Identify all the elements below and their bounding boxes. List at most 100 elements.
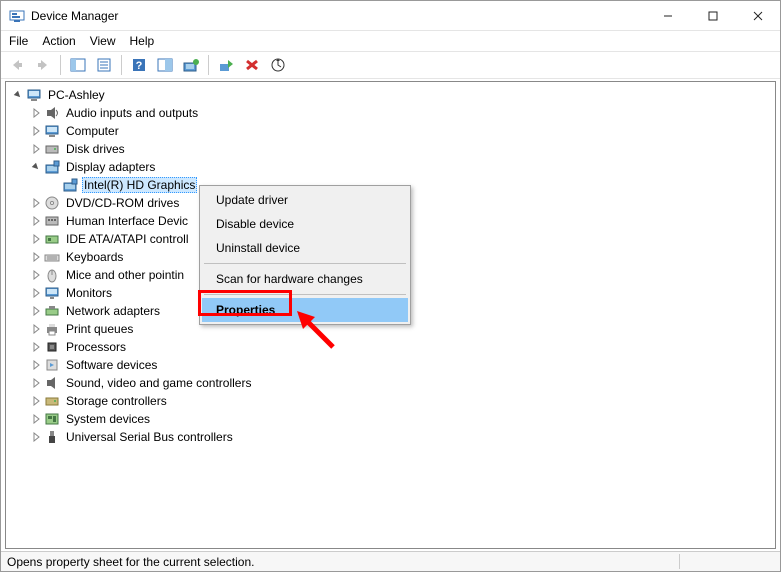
context-menu-item-label: Disable device bbox=[216, 217, 294, 231]
sound-icon bbox=[44, 375, 60, 391]
computer-icon bbox=[44, 123, 60, 139]
properties-button[interactable] bbox=[92, 54, 116, 76]
uninstall-device-button[interactable] bbox=[240, 54, 264, 76]
menu-bar: File Action View Help bbox=[1, 31, 780, 51]
menu-file[interactable]: File bbox=[9, 34, 28, 48]
context-menu-separator bbox=[204, 294, 406, 295]
context-menu-item[interactable]: Update driver bbox=[202, 188, 408, 212]
expand-icon[interactable] bbox=[28, 123, 44, 139]
tree-category-label: System devices bbox=[64, 412, 152, 426]
expand-icon[interactable] bbox=[28, 339, 44, 355]
tree-root-label: PC-Ashley bbox=[46, 88, 107, 102]
expand-icon[interactable] bbox=[28, 411, 44, 427]
tree-category-label: Monitors bbox=[64, 286, 114, 300]
context-menu-separator bbox=[204, 263, 406, 264]
forward-button[interactable] bbox=[31, 54, 55, 76]
expand-icon[interactable] bbox=[28, 105, 44, 121]
app-icon bbox=[9, 8, 25, 24]
collapse-icon[interactable] bbox=[10, 87, 26, 103]
toolbar: ? bbox=[1, 51, 780, 79]
tree-category-label: Universal Serial Bus controllers bbox=[64, 430, 235, 444]
title-bar: Device Manager bbox=[1, 1, 780, 31]
tree-category-label: Network adapters bbox=[64, 304, 162, 318]
tree-category-label: Software devices bbox=[64, 358, 159, 372]
show-hide-console-tree-button[interactable] bbox=[66, 54, 90, 76]
tree-root[interactable]: PC-Ashley bbox=[6, 86, 775, 104]
help-button[interactable]: ? bbox=[127, 54, 151, 76]
tree-category-label: Display adapters bbox=[64, 160, 157, 174]
tree-category[interactable]: Disk drives bbox=[6, 140, 775, 158]
usb-icon bbox=[44, 429, 60, 445]
tree-category-label: Disk drives bbox=[64, 142, 127, 156]
expand-icon[interactable] bbox=[28, 321, 44, 337]
display-icon bbox=[62, 177, 78, 193]
ide-icon bbox=[44, 231, 60, 247]
menu-help[interactable]: Help bbox=[130, 34, 155, 48]
svg-text:?: ? bbox=[136, 60, 143, 72]
maximize-button[interactable] bbox=[690, 1, 735, 30]
tree-category[interactable]: Software devices bbox=[6, 356, 775, 374]
tree-category-label: Keyboards bbox=[64, 250, 125, 264]
expand-icon[interactable] bbox=[28, 141, 44, 157]
tree-category-label: Sound, video and game controllers bbox=[64, 376, 253, 390]
menu-view[interactable]: View bbox=[90, 34, 116, 48]
action-icon-button[interactable] bbox=[153, 54, 177, 76]
context-menu-item-properties[interactable]: Properties bbox=[202, 298, 408, 322]
context-menu-item-label: Update driver bbox=[216, 193, 288, 207]
tree-category[interactable]: System devices bbox=[6, 410, 775, 428]
expand-icon[interactable] bbox=[28, 429, 44, 445]
tree-category[interactable]: Computer bbox=[6, 122, 775, 140]
update-driver-button[interactable] bbox=[179, 54, 203, 76]
expand-icon[interactable] bbox=[28, 213, 44, 229]
tree-category[interactable]: Universal Serial Bus controllers bbox=[6, 428, 775, 446]
hid-icon bbox=[44, 213, 60, 229]
software-icon bbox=[44, 357, 60, 373]
display-icon bbox=[44, 159, 60, 175]
tree-category-label: Processors bbox=[64, 340, 128, 354]
expand-icon[interactable] bbox=[28, 285, 44, 301]
tree-category[interactable]: Display adapters bbox=[6, 158, 775, 176]
computer-icon bbox=[26, 87, 42, 103]
tree-category[interactable]: Storage controllers bbox=[6, 392, 775, 410]
storage-icon bbox=[44, 393, 60, 409]
context-menu-item[interactable]: Scan for hardware changes bbox=[202, 267, 408, 291]
expand-icon[interactable] bbox=[28, 393, 44, 409]
enable-device-button[interactable] bbox=[214, 54, 238, 76]
audio-icon bbox=[44, 105, 60, 121]
system-icon bbox=[44, 411, 60, 427]
context-menu-item[interactable]: Disable device bbox=[202, 212, 408, 236]
expand-icon[interactable] bbox=[28, 249, 44, 265]
expand-icon[interactable] bbox=[28, 231, 44, 247]
cpu-icon bbox=[44, 339, 60, 355]
minimize-button[interactable] bbox=[645, 1, 690, 30]
tree-category-label: Storage controllers bbox=[64, 394, 169, 408]
expand-icon[interactable] bbox=[28, 357, 44, 373]
scan-hardware-button[interactable] bbox=[266, 54, 290, 76]
tree-category[interactable]: Sound, video and game controllers bbox=[6, 374, 775, 392]
printer-icon bbox=[44, 321, 60, 337]
tree-category[interactable]: Audio inputs and outputs bbox=[6, 104, 775, 122]
tree-category-label: Print queues bbox=[64, 322, 135, 336]
tree-category[interactable]: Processors bbox=[6, 338, 775, 356]
tree-category-label: Mice and other pointin bbox=[64, 268, 186, 282]
collapse-icon[interactable] bbox=[28, 159, 44, 175]
tree-category-label: DVD/CD-ROM drives bbox=[64, 196, 181, 210]
context-menu-item-label: Properties bbox=[216, 303, 275, 317]
context-menu-item-label: Uninstall device bbox=[216, 241, 300, 255]
cd-icon bbox=[44, 195, 60, 211]
close-button[interactable] bbox=[735, 1, 780, 30]
back-button[interactable] bbox=[5, 54, 29, 76]
network-icon bbox=[44, 303, 60, 319]
expand-icon[interactable] bbox=[28, 195, 44, 211]
keyboard-icon bbox=[44, 249, 60, 265]
status-text: Opens property sheet for the current sel… bbox=[7, 555, 254, 569]
tree-category-label: IDE ATA/ATAPI controll bbox=[64, 232, 190, 246]
expand-icon[interactable] bbox=[28, 375, 44, 391]
tree-device-label: Intel(R) HD Graphics bbox=[82, 177, 197, 193]
tree-category-label: Audio inputs and outputs bbox=[64, 106, 200, 120]
context-menu-item[interactable]: Uninstall device bbox=[202, 236, 408, 260]
expand-icon[interactable] bbox=[28, 303, 44, 319]
expand-icon[interactable] bbox=[28, 267, 44, 283]
disk-icon bbox=[44, 141, 60, 157]
menu-action[interactable]: Action bbox=[42, 34, 75, 48]
